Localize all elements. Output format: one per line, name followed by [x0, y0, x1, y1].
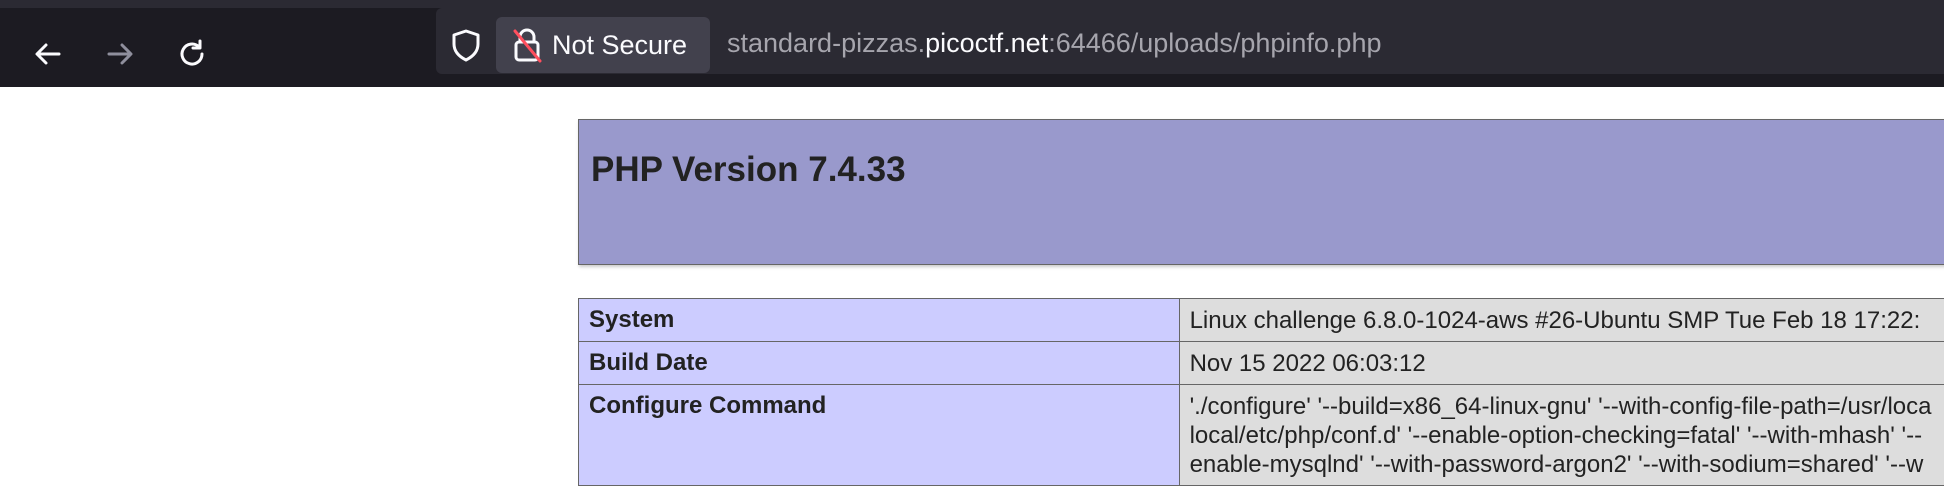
url-suffix: :64466/uploads/phpinfo.php — [1048, 28, 1381, 58]
phpinfo-header: PHP Version 7.4.33 — [578, 119, 1944, 265]
reload-button[interactable] — [170, 34, 214, 74]
arrow-right-icon — [104, 38, 136, 70]
phpinfo-table: System Linux challenge 6.8.0-1024-aws #2… — [578, 298, 1944, 486]
arrow-left-icon — [32, 38, 64, 70]
phpinfo-page: PHP Version 7.4.33 — [578, 119, 1944, 265]
table-row: Build Date Nov 15 2022 06:03:12 — [579, 342, 1944, 385]
php-version-title: PHP Version 7.4.33 — [579, 120, 1944, 190]
table-row: Configure Command './configure' '--build… — [579, 385, 1944, 486]
forward-button[interactable] — [98, 34, 142, 74]
site-security-badge[interactable]: Not Secure — [496, 17, 710, 73]
row-value: Nov 15 2022 06:03:12 — [1179, 342, 1944, 385]
insecure-lock-icon — [512, 27, 542, 63]
reload-icon — [176, 38, 208, 70]
back-button[interactable] — [26, 34, 70, 74]
configure-line: local/etc/php/conf.d' '--enable-option-c… — [1190, 421, 1944, 450]
configure-line: './configure' '--build=x86_64-linux-gnu'… — [1190, 392, 1944, 421]
row-key: System — [579, 299, 1180, 342]
row-value: './configure' '--build=x86_64-linux-gnu'… — [1179, 385, 1944, 486]
row-key: Configure Command — [579, 385, 1180, 486]
configure-line: enable-mysqlnd' '--with-password-argon2'… — [1190, 450, 1944, 479]
row-value: Linux challenge 6.8.0-1024-aws #26-Ubunt… — [1179, 299, 1944, 342]
url-host: picoctf.net — [925, 28, 1048, 58]
url-text[interactable]: standard-pizzas.picoctf.net:64466/upload… — [727, 28, 1381, 59]
not-secure-label: Not Secure — [552, 30, 687, 61]
row-key: Build Date — [579, 342, 1180, 385]
url-prefix: standard-pizzas. — [727, 28, 925, 58]
tracking-protection-button[interactable] — [448, 27, 484, 63]
table-row: System Linux challenge 6.8.0-1024-aws #2… — [579, 299, 1944, 342]
shield-icon — [448, 27, 484, 63]
